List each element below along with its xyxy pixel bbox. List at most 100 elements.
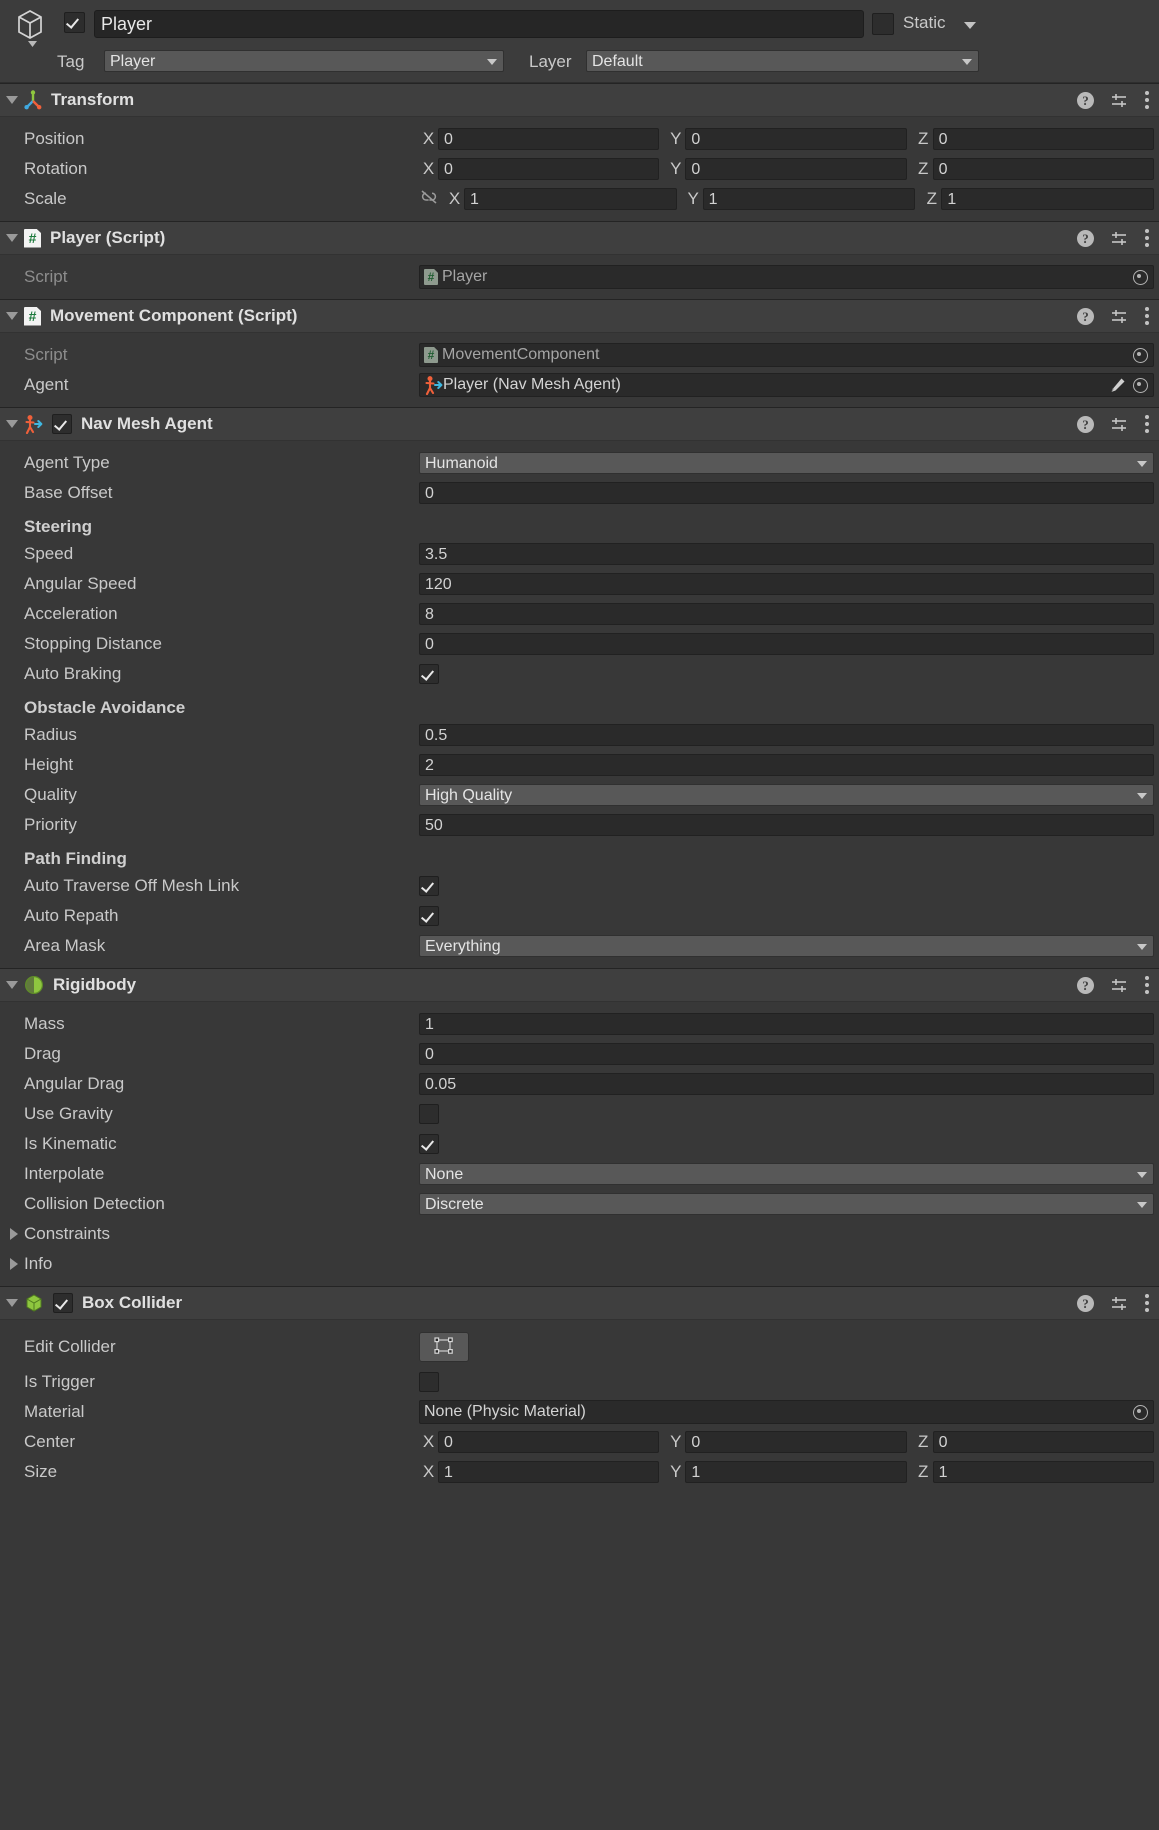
kebab-menu-icon[interactable] bbox=[1144, 91, 1149, 110]
property-row-mass: Mass 1 bbox=[0, 1009, 1159, 1039]
preset-icon[interactable] bbox=[1110, 416, 1128, 433]
dropdown[interactable]: Discrete bbox=[419, 1193, 1154, 1215]
checkbox[interactable] bbox=[419, 664, 439, 684]
help-icon[interactable]: ? bbox=[1077, 976, 1094, 994]
preset-icon[interactable] bbox=[1110, 92, 1128, 109]
preset-icon[interactable] bbox=[1110, 230, 1128, 247]
help-icon[interactable]: ? bbox=[1077, 229, 1094, 247]
dropdown[interactable]: High Quality bbox=[419, 784, 1154, 806]
component-header-player-script-[interactable]: # Player (Script)? bbox=[0, 221, 1159, 255]
help-icon[interactable]: ? bbox=[1077, 415, 1094, 433]
static-dropdown-arrow[interactable] bbox=[964, 22, 976, 29]
object-reference-field[interactable]: # MovementComponent bbox=[419, 343, 1154, 367]
vector3-x-input[interactable]: 1 bbox=[438, 1461, 660, 1483]
vector3-x-input[interactable]: 0 bbox=[438, 158, 660, 180]
vector3-z-input[interactable]: 1 bbox=[932, 1461, 1154, 1483]
foldout-arrow-icon[interactable] bbox=[10, 1258, 18, 1270]
object-reference-field[interactable]: # Player bbox=[419, 265, 1154, 289]
foldout-arrow-icon[interactable] bbox=[6, 234, 18, 242]
preset-icon[interactable] bbox=[1110, 1295, 1128, 1312]
vector3-y-input[interactable]: 0 bbox=[685, 1431, 907, 1453]
component-enabled-checkbox[interactable] bbox=[53, 1293, 73, 1313]
object-reference-name: None (Physic Material) bbox=[424, 1403, 586, 1420]
component-header-box-collider[interactable]: Box Collider? bbox=[0, 1286, 1159, 1320]
property-row-use-gravity: Use Gravity bbox=[0, 1099, 1159, 1129]
edit-collider-button[interactable] bbox=[419, 1332, 469, 1362]
component-header-movement-component-script-[interactable]: # Movement Component (Script)? bbox=[0, 299, 1159, 333]
object-picker-icon[interactable] bbox=[1131, 346, 1150, 365]
field-container: 0 bbox=[419, 633, 1159, 655]
number-input[interactable]: 0.05 bbox=[419, 1073, 1154, 1095]
property-row-priority: Priority 50 bbox=[0, 810, 1159, 840]
object-picker-icon[interactable] bbox=[1131, 1403, 1150, 1422]
checkbox[interactable] bbox=[419, 1134, 439, 1154]
foldout-arrow-icon[interactable] bbox=[6, 420, 18, 428]
object-reference-name: Player (Nav Mesh Agent) bbox=[443, 376, 621, 393]
foldout-arrow-icon[interactable] bbox=[10, 1228, 18, 1240]
foldout-arrow-icon[interactable] bbox=[6, 96, 18, 104]
help-icon[interactable]: ? bbox=[1077, 91, 1094, 109]
checkbox[interactable] bbox=[419, 1372, 439, 1392]
label-stopping-distance: Stopping Distance bbox=[24, 634, 162, 653]
component-enabled-checkbox[interactable] bbox=[52, 414, 72, 434]
kebab-menu-icon[interactable] bbox=[1144, 415, 1149, 434]
checkbox[interactable] bbox=[419, 876, 439, 896]
component-header-transform[interactable]: Transform? bbox=[0, 83, 1159, 117]
gameobject-enabled-checkbox[interactable] bbox=[64, 12, 85, 33]
help-icon[interactable]: ? bbox=[1077, 307, 1094, 325]
checkbox[interactable] bbox=[419, 906, 439, 926]
component-body-box-collider: Edit Collider Is Trigger Material None (Phy… bbox=[0, 1320, 1159, 1494]
object-picker-icon[interactable] bbox=[1131, 268, 1150, 287]
number-input[interactable]: 2 bbox=[419, 754, 1154, 776]
vector3-x-input[interactable]: 0 bbox=[438, 128, 660, 150]
edit-pencil-icon[interactable] bbox=[1110, 377, 1126, 394]
preset-icon[interactable] bbox=[1110, 308, 1128, 325]
dropdown[interactable]: Everything bbox=[419, 935, 1154, 957]
kebab-menu-icon[interactable] bbox=[1144, 307, 1149, 326]
number-input[interactable]: 120 bbox=[419, 573, 1154, 595]
field-container: 0 bbox=[419, 1043, 1159, 1065]
tag-dropdown[interactable]: Player bbox=[104, 50, 504, 72]
number-input[interactable]: 0 bbox=[419, 482, 1154, 504]
number-input[interactable]: 3.5 bbox=[419, 543, 1154, 565]
vector3-z-input[interactable]: 1 bbox=[941, 188, 1155, 210]
kebab-menu-icon[interactable] bbox=[1144, 1294, 1149, 1313]
dropdown[interactable]: Humanoid bbox=[419, 452, 1154, 474]
preset-icon[interactable] bbox=[1110, 977, 1128, 994]
checkbox[interactable] bbox=[419, 1104, 439, 1124]
number-input[interactable]: 0.5 bbox=[419, 724, 1154, 746]
foldout-arrow-icon[interactable] bbox=[6, 1299, 18, 1307]
vector3-x-input[interactable]: 0 bbox=[438, 1431, 660, 1453]
foldout-arrow-icon[interactable] bbox=[6, 312, 18, 320]
gameobject-name-input[interactable]: Player bbox=[94, 10, 864, 38]
vector3-y-input[interactable]: 1 bbox=[702, 188, 916, 210]
vector3-z-input[interactable]: 0 bbox=[932, 1431, 1154, 1453]
number-input[interactable]: 50 bbox=[419, 814, 1154, 836]
vector3-z-input[interactable]: 0 bbox=[932, 158, 1154, 180]
number-input[interactable]: 0 bbox=[419, 633, 1154, 655]
field-container: # Player bbox=[419, 265, 1159, 289]
component-header-nav-mesh-agent[interactable]: Nav Mesh Agent? bbox=[0, 407, 1159, 441]
component-header-rigidbody[interactable]: Rigidbody? bbox=[0, 968, 1159, 1002]
number-input[interactable]: 0 bbox=[419, 1043, 1154, 1065]
object-reference-field[interactable]: None (Physic Material) bbox=[419, 1400, 1154, 1424]
foldout-arrow-icon[interactable] bbox=[6, 981, 18, 989]
vector3-x-input[interactable]: 1 bbox=[464, 188, 677, 210]
vector3-z-input[interactable]: 0 bbox=[932, 128, 1154, 150]
dropdown[interactable]: None bbox=[419, 1163, 1154, 1185]
vector3-y-input[interactable]: 0 bbox=[685, 128, 907, 150]
help-icon[interactable]: ? bbox=[1077, 1294, 1094, 1312]
vector3-y-input[interactable]: 1 bbox=[685, 1461, 907, 1483]
object-picker-icon[interactable] bbox=[1131, 376, 1150, 395]
number-input[interactable]: 1 bbox=[419, 1013, 1154, 1035]
static-checkbox[interactable] bbox=[872, 13, 894, 35]
number-input[interactable]: 8 bbox=[419, 603, 1154, 625]
scale-link-broken-icon[interactable] bbox=[419, 189, 439, 210]
kebab-menu-icon[interactable] bbox=[1144, 976, 1149, 995]
object-reference-field[interactable]: Player (Nav Mesh Agent) bbox=[419, 373, 1154, 397]
vector3-y-input[interactable]: 0 bbox=[685, 158, 907, 180]
layer-dropdown[interactable]: Default bbox=[586, 50, 979, 72]
kebab-menu-icon[interactable] bbox=[1144, 229, 1149, 248]
